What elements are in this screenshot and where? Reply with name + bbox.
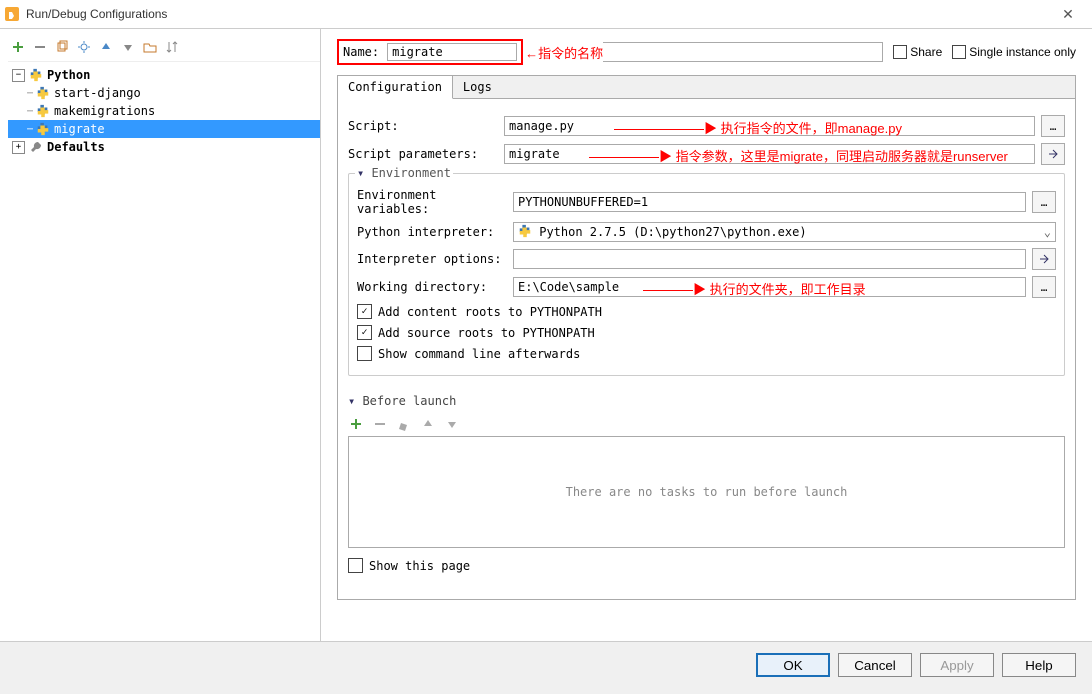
share-checkbox[interactable]: Share xyxy=(893,45,942,59)
envvars-label: Environment variables: xyxy=(357,188,507,216)
remove-icon[interactable] xyxy=(372,416,388,432)
config-tabs: Configuration Logs Script: ▶ 执行指令的文件，即ma… xyxy=(337,75,1076,600)
annotation-wd: ▶ 执行的文件夹，即工作目录 xyxy=(643,279,866,298)
tree-label: Python xyxy=(47,68,90,82)
python-icon xyxy=(35,122,51,136)
python-icon xyxy=(35,104,51,118)
interpreter-select[interactable]: Python 2.7.5 (D:\python27\python.exe) ⌄ xyxy=(513,222,1056,242)
title-bar: Run/Debug Configurations ✕ xyxy=(0,0,1092,29)
interpopt-label: Interpreter options: xyxy=(357,252,507,266)
ok-button[interactable]: OK xyxy=(756,653,830,677)
wd-label: Working directory: xyxy=(357,280,507,294)
checkbox-icon xyxy=(348,558,363,573)
interpopt-input[interactable] xyxy=(513,249,1026,269)
checkbox-checked-icon xyxy=(357,304,372,319)
name-label: Name: xyxy=(343,45,379,59)
up-icon[interactable] xyxy=(420,416,436,432)
tab-logs[interactable]: Logs xyxy=(453,76,502,98)
dialog-title: Run/Debug Configurations xyxy=(26,7,1048,21)
dialog-buttons: OK Cancel Apply Help xyxy=(0,641,1092,688)
name-input-ext[interactable] xyxy=(603,42,883,62)
cb-cmdline[interactable]: Show command line afterwards xyxy=(357,346,1056,361)
tree-label: Defaults xyxy=(47,140,105,154)
wd-browse-button[interactable]: … xyxy=(1032,276,1056,298)
before-launch-toolbar xyxy=(348,412,1065,436)
close-icon[interactable]: ✕ xyxy=(1048,6,1088,23)
tree-item-label: migrate xyxy=(54,122,316,136)
interpreter-label: Python interpreter: xyxy=(357,225,507,239)
remove-icon[interactable] xyxy=(32,39,48,55)
envvars-input[interactable] xyxy=(513,192,1026,212)
up-icon[interactable] xyxy=(98,39,114,55)
settings-icon[interactable] xyxy=(76,39,92,55)
tree-node-defaults[interactable]: + Defaults xyxy=(8,138,320,156)
checkbox-icon xyxy=(357,346,372,361)
cb-source-roots[interactable]: Add source roots to PYTHONPATH xyxy=(357,325,1056,340)
params-label: Script parameters: xyxy=(348,147,498,161)
tree-item-selected[interactable]: ⋯ migrate xyxy=(8,120,320,138)
copy-icon[interactable] xyxy=(54,39,70,55)
before-launch-empty: There are no tasks to run before launch xyxy=(348,436,1065,548)
add-icon[interactable] xyxy=(10,39,26,55)
cb-show-page[interactable]: Show this page xyxy=(348,558,1065,573)
interpopt-expand-button[interactable] xyxy=(1032,248,1056,270)
before-launch-legend: Before launch xyxy=(348,394,1065,408)
annotation-params: ▶ 指令参数，这里是migrate，同理启动服务器就是runserver xyxy=(589,146,1008,165)
app-icon xyxy=(4,6,20,22)
main-pane: Name: ←指令的名称 Share Single instance only … xyxy=(321,29,1092,641)
tree-item[interactable]: ⋯ start-django xyxy=(8,84,320,102)
python-icon xyxy=(35,86,51,100)
annotation-name: ←指令的名称 xyxy=(525,43,603,62)
down-icon[interactable] xyxy=(120,39,136,55)
script-label: Script: xyxy=(348,119,498,133)
envvars-browse-button[interactable]: … xyxy=(1032,191,1056,213)
sort-icon[interactable] xyxy=(164,39,180,55)
env-legend: Environment xyxy=(355,166,453,180)
add-icon[interactable] xyxy=(348,416,364,432)
sidebar: − Python ⋯ start-django ⋯ makemigrations… xyxy=(0,29,321,641)
config-tree[interactable]: − Python ⋯ start-django ⋯ makemigrations… xyxy=(8,62,320,633)
edit-icon[interactable] xyxy=(396,416,412,432)
tab-configuration[interactable]: Configuration xyxy=(338,76,453,99)
annotation-script: ▶ 执行指令的文件，即manage.py xyxy=(614,118,902,137)
sidebar-toolbar xyxy=(8,37,320,62)
chevron-down-icon: ⌄ xyxy=(1044,225,1051,239)
expand-icon[interactable]: + xyxy=(12,141,25,154)
checkbox-checked-icon xyxy=(357,325,372,340)
browse-script-button[interactable]: … xyxy=(1041,115,1065,137)
tree-item-label: start-django xyxy=(54,86,316,100)
collapse-icon[interactable]: − xyxy=(12,69,25,82)
cancel-button[interactable]: Cancel xyxy=(838,653,912,677)
before-launch-section: Before launch There are no tasks to run … xyxy=(348,394,1065,573)
environment-fieldset: Environment Environment variables: … Pyt… xyxy=(348,173,1065,376)
python-icon xyxy=(28,68,44,82)
down-icon[interactable] xyxy=(444,416,460,432)
expand-params-button[interactable] xyxy=(1041,143,1065,165)
tree-item[interactable]: ⋯ makemigrations xyxy=(8,102,320,120)
help-button[interactable]: Help xyxy=(1002,653,1076,677)
name-input[interactable] xyxy=(387,43,517,61)
tree-item-label: makemigrations xyxy=(54,104,316,118)
wrench-icon xyxy=(28,140,44,154)
folder-icon[interactable] xyxy=(142,39,158,55)
tree-node-python[interactable]: − Python xyxy=(8,66,320,84)
single-instance-checkbox[interactable]: Single instance only xyxy=(952,45,1076,59)
apply-button[interactable]: Apply xyxy=(920,653,994,677)
cb-content-roots[interactable]: Add content roots to PYTHONPATH xyxy=(357,304,1056,319)
